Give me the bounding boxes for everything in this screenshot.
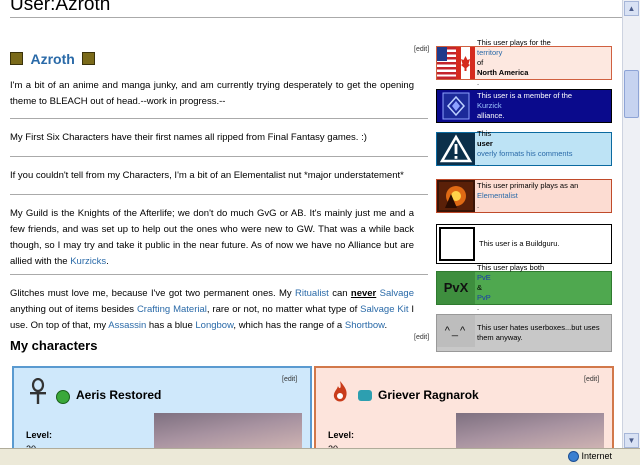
scroll-down-icon[interactable]: ▼ — [624, 433, 639, 448]
scrollbar-thumb[interactable] — [624, 70, 639, 118]
divider — [10, 194, 428, 195]
userbox-buildguru: This user is a Buildguru. — [436, 224, 612, 264]
kurzick-emblem-icon — [437, 90, 475, 122]
userbox-text: This user plays for the territory of Nor… — [477, 38, 551, 87]
userbox-kurzick: This user is a member of the Kurzick all… — [436, 89, 612, 123]
us-canada-flag-icon — [437, 47, 475, 79]
userbox-text: This user primarily plays as an Elementa… — [477, 181, 579, 210]
user-header-name: Azroth — [30, 50, 75, 67]
elementalist-paragraph: If you couldn't tell from my Characters,… — [10, 170, 404, 181]
elementalist-flame-icon — [329, 378, 351, 406]
crafting-material-link[interactable]: Crafting Material — [137, 304, 207, 315]
class-dot-icon — [56, 390, 70, 404]
characters-paragraph: My First Six Characters have their first… — [10, 132, 367, 143]
assassin-link[interactable]: Assassin — [108, 320, 146, 331]
status-bar: Internet — [0, 448, 640, 465]
userbox-text: This user is a Buildguru. — [479, 239, 560, 248]
character-name: Griever Ragnarok — [378, 388, 479, 402]
divider — [10, 274, 428, 275]
divider — [10, 118, 428, 119]
character-screenshot — [456, 413, 604, 453]
never-emphasis: never — [350, 288, 377, 299]
longbow-link[interactable]: Longbow — [195, 320, 233, 331]
userbox-text: This user overly formats his comments. — [477, 129, 573, 168]
section-title: My characters — [10, 338, 98, 353]
character-card-aeris: Aeris Restored [edit] Level: 20 — [12, 366, 312, 454]
userbox-elementalist: This user primarily plays as an Elementa… — [436, 179, 612, 213]
character-screenshot — [154, 413, 302, 453]
user-header: Azroth — [10, 50, 432, 68]
warning-icon — [437, 133, 475, 165]
edit-link[interactable]: [edit] — [282, 376, 297, 383]
userbox-text: This user hates userboxes...but uses the… — [477, 323, 600, 342]
userbox-text: This user is a member of the Kurzick all… — [477, 91, 573, 120]
userbox-overly-formats: This user overly formats his comments. — [436, 129, 612, 168]
overly-formats-link[interactable]: overly formats his comments — [477, 149, 572, 159]
character-name: Aeris Restored — [76, 388, 162, 402]
salvage-kit-link[interactable]: Salvage Kit — [360, 304, 408, 315]
elementalist-portrait-icon — [437, 180, 475, 212]
page-title: User:Azroth — [10, 0, 111, 15]
pvx-logo-icon: PvX — [437, 272, 475, 304]
scroll-up-icon[interactable]: ▲ — [624, 1, 639, 16]
level-label: Level: — [328, 430, 355, 440]
ritualist-ankh-icon — [27, 378, 49, 406]
title-divider — [10, 17, 622, 18]
security-zone: Internet — [567, 451, 612, 463]
guild-emblem-icon — [10, 52, 23, 66]
edit-link[interactable]: [edit] — [584, 376, 599, 383]
glitches-paragraph: Glitches must love me, because I've got … — [10, 288, 414, 331]
userbox-hates-userboxes: ^_^ This user hates userboxes...but uses… — [436, 314, 612, 352]
edit-link[interactable]: [edit] — [414, 334, 429, 341]
userbox-north-america: This user plays for the territory of Nor… — [436, 38, 612, 87]
character-card-griever: Griever Ragnarok [edit] Level: 20 — [314, 366, 614, 454]
territory-link[interactable]: territory — [477, 48, 551, 58]
userbox-text: This user plays both PvE & PvP. — [477, 263, 545, 312]
vertical-scrollbar[interactable]: ▲ ▼ — [622, 0, 640, 449]
edit-link[interactable]: [edit] — [414, 46, 429, 53]
shortbow-link[interactable]: Shortbow — [345, 320, 385, 331]
guild-emblem-icon — [82, 52, 96, 66]
globe-icon — [567, 451, 579, 463]
ritualist-link[interactable]: Ritualist — [295, 288, 329, 299]
guild-paragraph: My Guild is the Knights of the Afterlife… — [10, 208, 414, 267]
kurzicks-link[interactable]: Kurzicks — [70, 256, 106, 267]
elementalist-link[interactable]: Elementalist — [477, 191, 578, 201]
salvage-link[interactable]: Salvage — [380, 288, 414, 299]
class-swirl-icon — [358, 390, 372, 401]
blank-square-icon — [439, 227, 475, 261]
pvp-link[interactable]: PvP — [477, 293, 544, 303]
pve-link[interactable]: PvE — [477, 273, 544, 283]
userbox-pvx: PvX This user plays both PvE & PvP. — [436, 263, 612, 312]
level-label: Level: — [26, 430, 53, 440]
divider — [10, 156, 428, 157]
kurzick-link[interactable]: Kurzick — [477, 101, 572, 111]
intro-paragraph: I'm a bit of an anime and manga junky, a… — [10, 80, 414, 107]
smiley-face-icon: ^_^ — [437, 315, 475, 347]
